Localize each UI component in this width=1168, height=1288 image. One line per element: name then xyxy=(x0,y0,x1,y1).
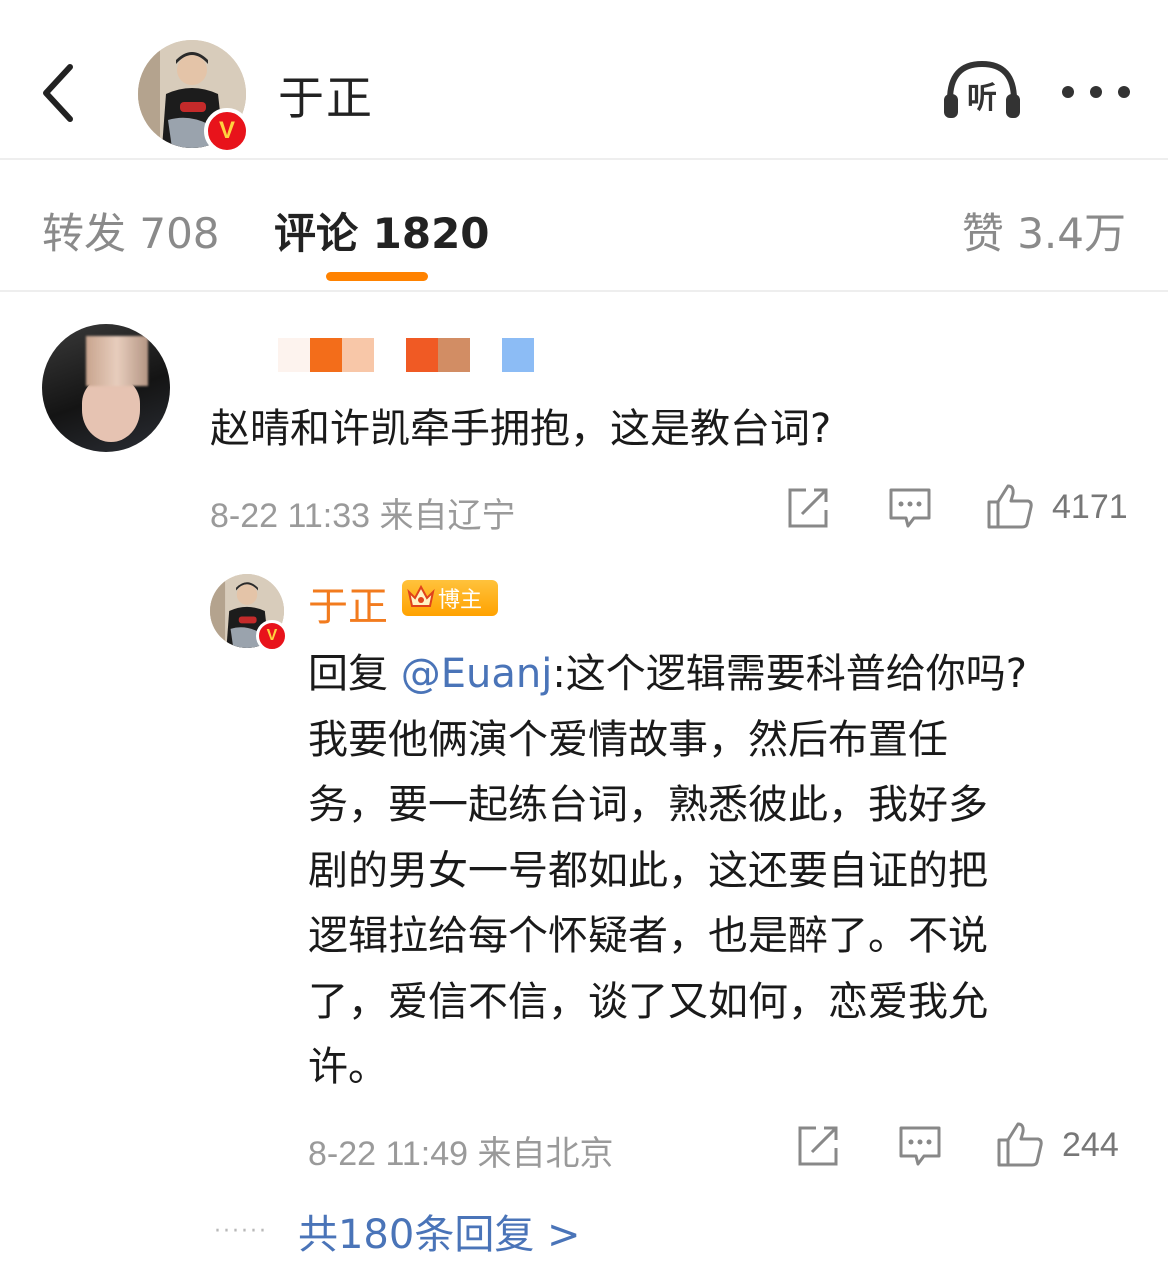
comment-icon[interactable] xyxy=(888,486,932,534)
blogger-badge: 博主 xyxy=(402,580,498,616)
verified-mark: V xyxy=(218,117,235,144)
reply-line: 剧的男女一号都如此，这还要自证的把 xyxy=(308,847,988,894)
thumbs-up-icon[interactable] xyxy=(996,1120,1044,1172)
tab-repost[interactable]: 转发 708 xyxy=(42,200,220,261)
thumbs-up-icon[interactable] xyxy=(986,482,1034,534)
comment-text: 赵晴和许凯牵手拥抱，这是教台词? xyxy=(210,406,832,452)
listen-headphones-icon[interactable]: 听 xyxy=(940,56,1024,124)
commenter-avatar[interactable] xyxy=(42,324,170,452)
share-icon[interactable] xyxy=(796,1124,840,1172)
reply-text: 回复 @Euanj:这个逻辑需要科普给你吗? 我要他俩演个爱情故事，然后布置任 … xyxy=(308,642,1108,1101)
crown-icon xyxy=(407,584,435,607)
badge-label: 博主 xyxy=(438,588,483,613)
tab-bar: 转发 708 评论 1820 赞 3.4万 xyxy=(0,160,1168,292)
comment-meta: 8-22 11:33 来自辽宁 xyxy=(210,497,516,535)
page-title[interactable]: 于正 xyxy=(278,62,374,128)
reply-line-text: :这个逻辑需要科普给你吗? xyxy=(552,651,1028,697)
active-tab-indicator xyxy=(326,272,428,281)
comment-like-count: 4171 xyxy=(1052,488,1128,526)
view-all-replies[interactable]: ······ 共180条回复 > xyxy=(214,1202,581,1260)
back-arrow-icon[interactable] xyxy=(28,58,88,128)
reply-line: 许。 xyxy=(308,1044,388,1090)
share-icon[interactable] xyxy=(786,486,830,534)
reply-like-count: 244 xyxy=(1062,1126,1119,1164)
more-dots-icon[interactable] xyxy=(1056,72,1136,112)
reply-prefix: 回复 xyxy=(308,651,401,697)
weibo-comment-page: V 于正 听 转发 708 评论 1820 赞 3.4万 赵晴和许凯牵手拥抱，这… xyxy=(0,0,1168,1288)
dotted-connector: ······ xyxy=(214,1218,268,1244)
top-bar: V 于正 听 xyxy=(0,0,1168,160)
tab-comments[interactable]: 评论 1820 xyxy=(274,200,490,261)
comment-icon[interactable] xyxy=(898,1124,942,1172)
reply-meta: 8-22 11:49 来自北京 xyxy=(308,1135,614,1173)
listen-label: 听 xyxy=(967,81,997,116)
mention-link[interactable]: @Euanj xyxy=(401,651,553,697)
reply-line: 我要他俩演个爱情故事，然后布置任 xyxy=(308,716,948,763)
tab-likes[interactable]: 赞 3.4万 xyxy=(962,200,1126,261)
blurred-username xyxy=(278,338,534,372)
more-replies-link[interactable]: 共180条回复 > xyxy=(298,1202,581,1260)
reply-author-name[interactable]: 于正 xyxy=(308,574,388,632)
reply-line: 务，要一起练台词，熟悉彼此，我好多 xyxy=(308,782,988,828)
verified-badge: V xyxy=(204,108,250,154)
reply-line: 回复 @Euanj:这个逻辑需要科普给你吗? xyxy=(308,642,1108,708)
reply-line: 逻辑拉给每个怀疑者，也是醉了。不说 xyxy=(308,913,988,959)
reply-line: 了，爱信不信，谈了又如何，恋爱我允 xyxy=(308,978,988,1025)
reply-verified-mark: V xyxy=(266,627,278,644)
reply-verified-badge: V xyxy=(256,620,288,652)
